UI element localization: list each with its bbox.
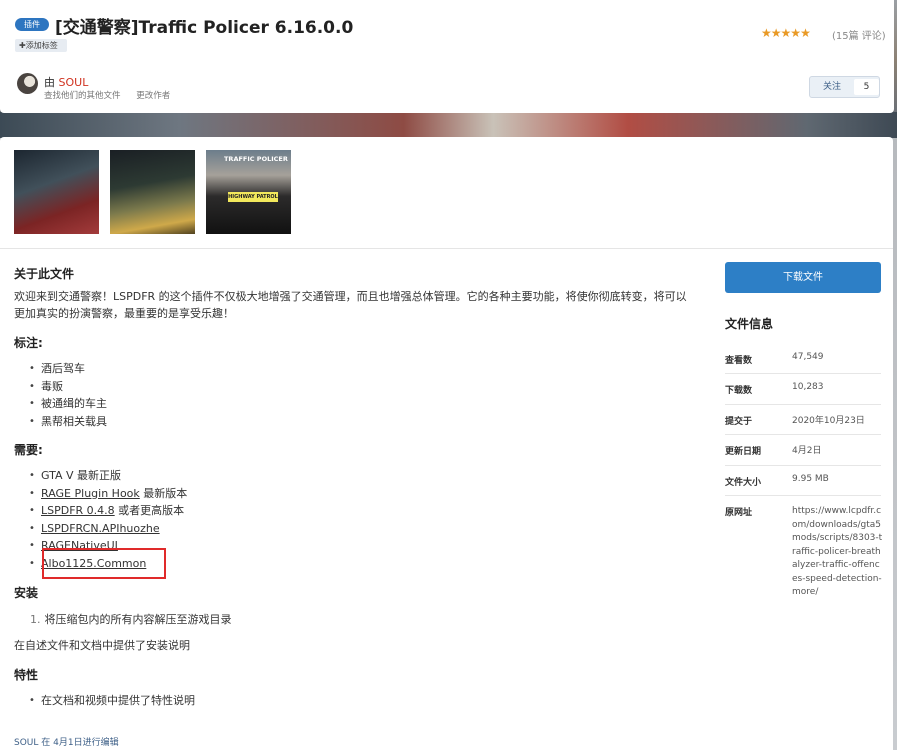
reviews-link[interactable]: (15篇 评论) [832, 27, 886, 42]
thumbnail-plate: HIGHWAY PATROL [228, 192, 278, 202]
info-row-views: 查看数 47,549 [725, 344, 881, 374]
features-list: 在文档和视频中提供了特性说明 [28, 692, 195, 710]
list-item: LSPDFR 0.4.8 或者更高版本 [28, 502, 187, 520]
file-header: 插件 [交通警察]Traffic Policer 6.16.0.0 ✚添加标签 … [0, 0, 894, 113]
info-row-downloads: 下载数 10,283 [725, 374, 881, 405]
lspdfrcn-api-link[interactable]: LSPDFRCN.APIhuozhe [41, 522, 160, 535]
author-line: 由 SOUL [44, 74, 88, 90]
rage-plugin-hook-link[interactable]: RAGE Plugin Hook [41, 487, 140, 500]
list-item: 在文档和视频中提供了特性说明 [28, 692, 195, 710]
step-number: 1. [30, 613, 41, 626]
info-key: 原网址 [725, 508, 753, 518]
info-key: 下载数 [725, 386, 753, 396]
info-key: 提交于 [725, 417, 753, 427]
add-tag-button[interactable]: ✚添加标签 [15, 39, 67, 52]
background-banner [0, 112, 897, 138]
file-description: 关于此文件 欢迎来到交通警察！LSPDFR 的这个插件不仅极大地增强了交通管理，… [0, 249, 893, 750]
category-badge[interactable]: 插件 [15, 18, 49, 31]
about-heading: 关于此文件 [14, 267, 75, 281]
page-title: [交通警察]Traffic Policer 6.16.0.0 [55, 18, 354, 38]
info-value: 2020年10月23日 [792, 416, 865, 426]
author-link[interactable]: SOUL [59, 76, 89, 89]
star-icon: ★ [761, 26, 772, 40]
list-item: 酒后驾车 [28, 360, 107, 378]
lspdfr-link[interactable]: LSPDFR 0.4.8 [41, 504, 115, 517]
info-value: 47,549 [792, 352, 824, 362]
author-actions: 查找他们的其他文件 更改作者 [44, 89, 183, 101]
download-button[interactable]: 下载文件 [725, 262, 881, 293]
gallery-thumbnail[interactable] [14, 150, 99, 234]
file-info-title: 文件信息 [725, 317, 774, 331]
info-value: 10,283 [792, 382, 824, 392]
install-step: 1. 将压缩包内的所有内容解压至游戏目录 [30, 611, 232, 627]
gallery-thumbnail[interactable] [110, 150, 195, 234]
notes-list: 酒后驾车 毒贩 被通缉的车主 黑帮相关载具 [28, 360, 107, 430]
half-star-icon: ★ [800, 26, 811, 40]
requirement-text: GTA V 最新正版 [41, 469, 122, 482]
gallery-thumbnail[interactable]: TRAFFIC POLICER HIGHWAY PATROL [206, 150, 291, 234]
requirement-text: 或者更高版本 [114, 504, 185, 517]
edit-note: SOUL 在 4月1日进行编辑 [14, 738, 119, 748]
by-prefix: 由 [44, 76, 55, 89]
info-key: 更新日期 [725, 447, 762, 457]
change-author-link[interactable]: 更改作者 [136, 91, 170, 101]
source-url[interactable]: https://www.lcpdfr.com/downloads/gta5mod… [792, 505, 884, 600]
info-row-updated: 更新日期 4月2日 [725, 435, 881, 466]
star-icon: ★ [790, 26, 801, 40]
step-text: 将压缩包内的所有内容解压至游戏目录 [44, 613, 232, 626]
star-icon: ★ [770, 26, 782, 40]
thumbnail-caption: TRAFFIC POLICER [224, 155, 288, 163]
other-files-link[interactable]: 查找他们的其他文件 [44, 91, 121, 101]
screenshot-gallery: TRAFFIC POLICER HIGHWAY PATROL [0, 137, 893, 249]
list-item: LSPDFRCN.APIhuozhe [28, 520, 187, 538]
star-icon: ★ [780, 26, 792, 40]
list-item: RAGE Plugin Hook 最新版本 [28, 485, 187, 503]
follow-button[interactable]: 关注 5 [809, 76, 880, 98]
requirement-text: 最新版本 [139, 486, 188, 500]
intro-text: 欢迎来到交通警察！LSPDFR 的这个插件不仅极大地增强了交通管理，而且也增强总… [14, 290, 687, 303]
notes-heading: 标注: [14, 336, 43, 350]
follow-label[interactable]: 关注 [810, 77, 854, 97]
info-row-submitted: 提交于 2020年10月23日 [725, 405, 881, 435]
install-note: 在自述文件和文档中提供了安装说明 [14, 639, 190, 652]
requirements-heading: 需要: [14, 443, 43, 457]
info-value: 9.95 MB [792, 474, 829, 484]
intro-text: 更加真实的扮演警察，最重要的是享受乐趣！ [14, 307, 234, 320]
highlight-box [42, 548, 166, 579]
info-row-size: 文件大小 9.95 MB [725, 466, 881, 496]
info-key: 文件大小 [725, 478, 762, 488]
install-heading: 安装 [14, 586, 39, 600]
list-item: GTA V 最新正版 [28, 467, 187, 485]
list-item: 黑帮相关载具 [28, 413, 107, 431]
follow-count: 5 [854, 79, 879, 95]
info-value: 4月2日 [792, 446, 822, 456]
author-avatar[interactable] [17, 73, 38, 94]
rating-stars: ★★★★★ [761, 26, 811, 40]
list-item: 毒贩 [28, 378, 107, 396]
list-item: 被通缉的车主 [28, 395, 107, 413]
info-key: 查看数 [725, 356, 753, 366]
features-heading: 特性 [14, 668, 39, 682]
